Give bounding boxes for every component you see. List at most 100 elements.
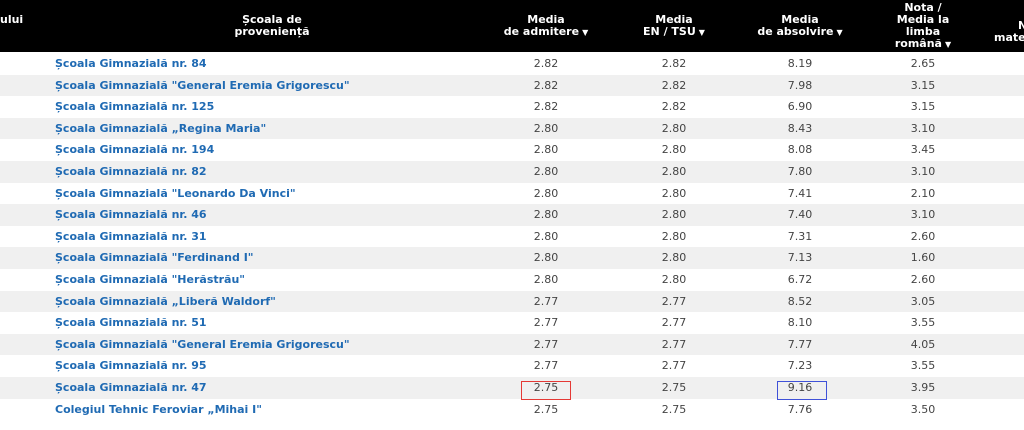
graduation-cell: 7.41 <box>787 186 813 200</box>
graduation-cell: 6.72 <box>787 272 813 286</box>
school-link[interactable]: Școala Gimnazială nr. 194 <box>55 139 214 161</box>
graduation-cell: 8.52 <box>787 294 813 308</box>
admission-cell: 2.80 <box>533 186 559 200</box>
romanian-cell: 3.05 <box>910 294 936 308</box>
admission-cell: 2.82 <box>533 57 559 70</box>
table-body: Școala Gimnazială nr. 84 2.82 2.82 8.19 2.65… <box>0 53 1024 420</box>
en-cell: 2.75 <box>661 380 687 394</box>
romanian-cell: 3.55 <box>910 316 936 330</box>
table-row: Școala Gimnazială „Liberă Waldorf" 2.77 2.… <box>0 290 1024 313</box>
admission-cell: 2.80 <box>533 121 559 135</box>
admission-cell: 2.75 <box>533 402 559 416</box>
header-graduation-line2: de absolvire <box>757 25 834 38</box>
en-cell: 2.80 <box>661 164 687 178</box>
graduation-cell: 7.77 <box>787 337 813 351</box>
header-school[interactable]: Școala de proveniență <box>222 14 322 38</box>
romanian-cell: 3.15 <box>910 78 936 92</box>
school-link[interactable]: Școala Gimnazială nr. 46 <box>55 204 207 226</box>
en-cell: 2.77 <box>661 337 687 351</box>
sort-down-icon[interactable]: ▼ <box>945 39 951 51</box>
table-row: Școala Gimnazială nr. 82 2.80 2.80 7.80 3.10 <box>0 160 1024 183</box>
school-link[interactable]: Școala Gimnazială nr. 51 <box>55 312 207 334</box>
table-row: Școala Gimnazială nr. 84 2.82 2.82 8.19 2.65 <box>0 53 1024 75</box>
admission-cell: 2.82 <box>533 100 559 114</box>
sort-down-icon[interactable]: ▼ <box>699 27 705 39</box>
graduation-cell: 7.76 <box>787 402 813 416</box>
header-en-line2: EN / TSU <box>643 25 696 38</box>
header-partial-left: ului <box>0 14 30 26</box>
school-link[interactable]: Școala Gimnazială nr. 47 <box>55 377 207 399</box>
school-link[interactable]: Școala Gimnazială "General Eremia Grigor… <box>55 75 350 97</box>
school-link[interactable]: Școala Gimnazială "Leonardo Da Vinci" <box>55 183 296 205</box>
admission-cell: 2.77 <box>533 294 559 308</box>
highlight-box-graduation <box>777 381 827 400</box>
school-link[interactable]: Școala Gimnazială "General Eremia Grigor… <box>55 334 350 356</box>
admission-cell: 2.77 <box>533 316 559 330</box>
header-school-line2: proveniență <box>234 25 310 38</box>
admission-cell: 2.80 <box>533 272 559 286</box>
romanian-cell: 3.45 <box>910 143 936 157</box>
romanian-cell: 1.60 <box>910 251 936 265</box>
school-link[interactable]: Școala Gimnazială "Ferdinand I" <box>55 247 254 269</box>
header-en[interactable]: Media EN / TSU ▼ <box>625 14 723 39</box>
romanian-cell: 2.60 <box>910 272 936 286</box>
en-cell: 2.80 <box>661 272 687 286</box>
admission-cell: 2.77 <box>533 359 559 373</box>
romanian-cell: 3.95 <box>910 380 936 394</box>
table-row: Colegiul Tehnic Feroviar „Mihai I" 2.75 2.… <box>0 399 1024 421</box>
header-graduation[interactable]: Media de absolvire ▼ <box>751 14 849 39</box>
graduation-cell: 8.43 <box>787 121 813 135</box>
table-row: Școala Gimnazială nr. 95 2.77 2.77 7.23 3.55 <box>0 355 1024 377</box>
sort-down-icon[interactable]: ▼ <box>582 27 588 39</box>
romanian-cell: 3.10 <box>910 208 936 222</box>
romanian-cell: 3.10 <box>910 121 936 135</box>
en-cell: 2.80 <box>661 229 687 243</box>
romanian-cell: 3.55 <box>910 359 936 373</box>
school-link[interactable]: Școala Gimnazială nr. 84 <box>55 53 207 75</box>
header-admission[interactable]: Media de admitere ▼ <box>497 14 595 39</box>
romanian-cell: 3.50 <box>910 402 936 416</box>
table-row: Școala Gimnazială "Ferdinand I" 2.80 2.80 7… <box>0 247 1024 269</box>
romanian-cell: 2.65 <box>910 57 936 70</box>
graduation-cell: 7.13 <box>787 251 813 265</box>
header-romanian[interactable]: Nota / Media la limba română ▼ <box>874 2 972 51</box>
graduation-cell: 7.23 <box>787 359 813 373</box>
table-row: Școala Gimnazială nr. 46 2.80 2.80 7.40 3.10 <box>0 204 1024 226</box>
graduation-cell: 7.31 <box>787 229 813 243</box>
school-link[interactable]: Colegiul Tehnic Feroviar „Mihai I" <box>55 399 262 421</box>
header-partial-left-text: ului <box>0 13 24 26</box>
table-row: Școala Gimnazială "General Eremia Grigor… <box>0 333 1024 356</box>
school-link[interactable]: Școala Gimnazială „Regina Maria" <box>55 118 266 140</box>
table-row: Școala Gimnazială nr. 194 2.80 2.80 8.08 3.4… <box>0 139 1024 161</box>
graduation-cell: 7.98 <box>787 78 813 92</box>
romanian-cell: 4.05 <box>910 337 936 351</box>
header-partial-right: N mate <box>994 20 1024 44</box>
romanian-cell: 3.15 <box>910 100 936 114</box>
admission-cell: 2.80 <box>533 229 559 243</box>
header-romanian-line4: română <box>894 37 942 50</box>
school-link[interactable]: Școala Gimnazială „Liberă Waldorf" <box>55 291 276 313</box>
en-cell: 2.77 <box>661 316 687 330</box>
en-cell: 2.80 <box>661 186 687 200</box>
school-link[interactable]: Școala Gimnazială nr. 31 <box>55 226 207 248</box>
admission-cell: 2.80 <box>533 208 559 222</box>
table-row: Școala Gimnazială "Herăstrău" 2.80 2.80 6.7… <box>0 269 1024 291</box>
header-partial-right-line2: mate <box>994 31 1024 44</box>
graduation-cell: 8.19 <box>787 57 813 70</box>
table-row: Școala Gimnazială "General Eremia Grigor… <box>0 74 1024 97</box>
school-link[interactable]: Școala Gimnazială nr. 95 <box>55 355 207 377</box>
en-cell: 2.77 <box>661 359 687 373</box>
en-cell: 2.77 <box>661 294 687 308</box>
graduation-cell: 7.80 <box>787 164 813 178</box>
school-link[interactable]: Școala Gimnazială nr. 125 <box>55 96 214 118</box>
graduation-cell: 8.10 <box>787 316 813 330</box>
sort-down-icon[interactable]: ▼ <box>837 27 843 39</box>
school-link[interactable]: Școala Gimnazială nr. 82 <box>55 161 207 183</box>
school-link[interactable]: Școala Gimnazială "Herăstrău" <box>55 269 245 291</box>
table-row: Școala Gimnazială „Regina Maria" 2.80 2.80… <box>0 117 1024 140</box>
graduation-cell: 7.40 <box>787 208 813 222</box>
en-cell: 2.80 <box>661 143 687 157</box>
table-row: Școala Gimnazială nr. 47 2.75 2.75 9.16 3.95 <box>0 376 1024 399</box>
romanian-cell: 2.60 <box>910 229 936 243</box>
admission-cell: 2.80 <box>533 143 559 157</box>
